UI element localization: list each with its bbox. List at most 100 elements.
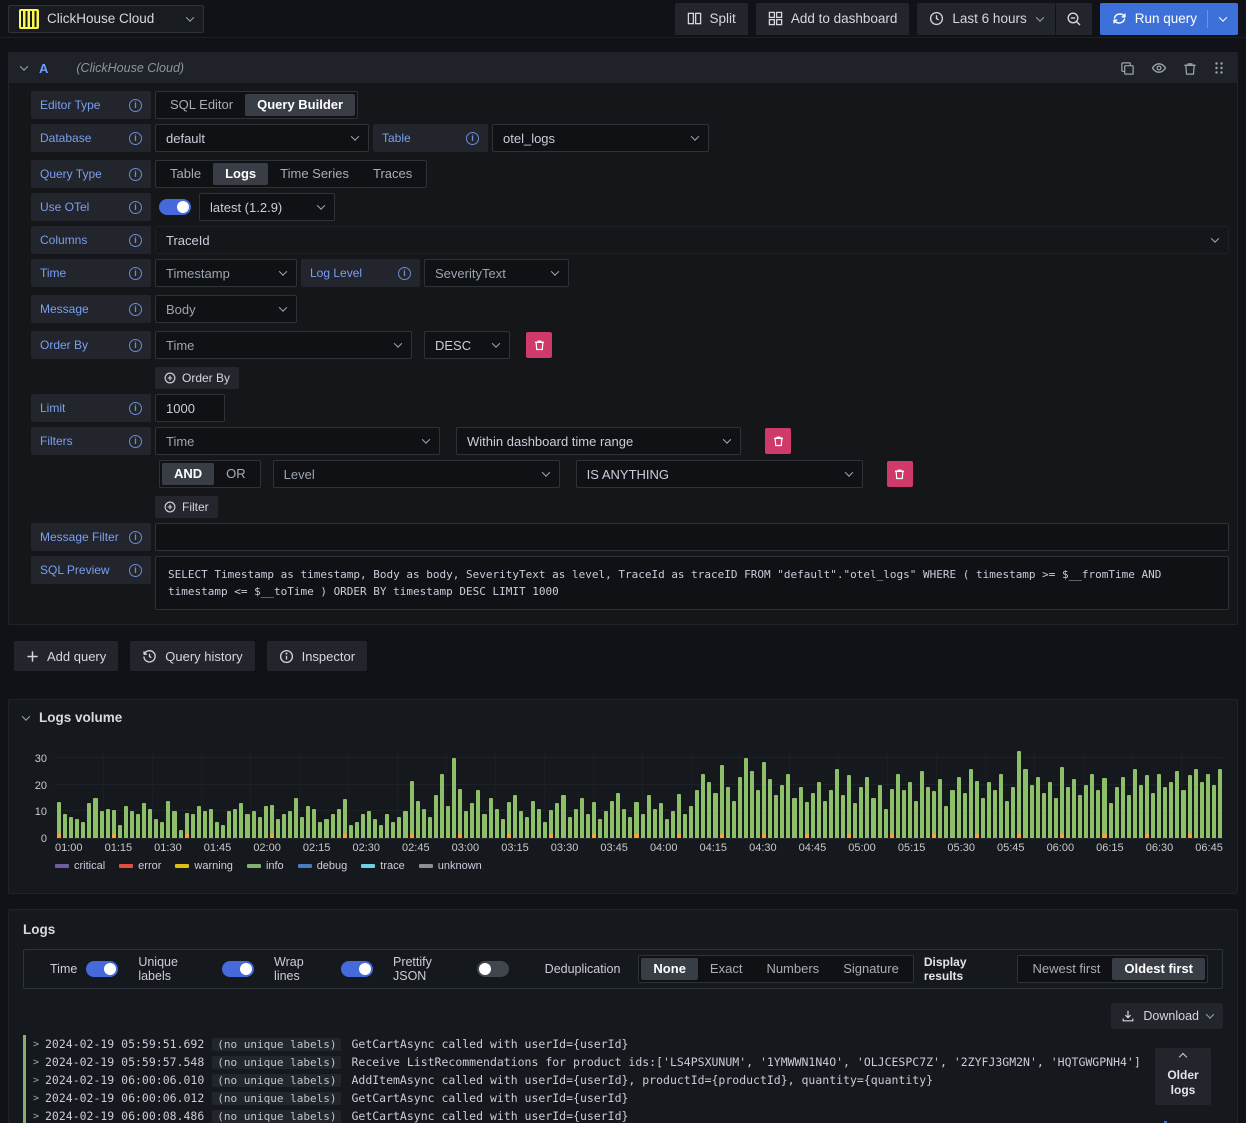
- volume-bar[interactable]: [1017, 751, 1022, 838]
- volume-bar[interactable]: [962, 793, 967, 838]
- run-query-button[interactable]: Run query: [1099, 2, 1238, 35]
- volume-bar[interactable]: [111, 810, 116, 838]
- volume-bar[interactable]: [1047, 782, 1052, 838]
- volume-bar[interactable]: [1151, 793, 1156, 838]
- time-toggle[interactable]: [86, 961, 119, 977]
- volume-bar[interactable]: [634, 802, 639, 838]
- option-query-builder[interactable]: Query Builder: [245, 94, 356, 116]
- volume-bar[interactable]: [433, 795, 438, 838]
- volume-bar[interactable]: [251, 811, 256, 838]
- volume-bar[interactable]: [1005, 801, 1010, 838]
- volume-bar[interactable]: [914, 801, 919, 838]
- option-traces[interactable]: Traces: [361, 163, 424, 185]
- info-icon[interactable]: i: [129, 131, 142, 145]
- add-query-button[interactable]: Add query: [14, 641, 119, 671]
- volume-bar[interactable]: [1041, 793, 1046, 838]
- option-newest-first[interactable]: Newest first: [1020, 958, 1112, 980]
- volume-bar[interactable]: [1108, 803, 1113, 838]
- volume-bar[interactable]: [950, 790, 955, 838]
- volume-bar[interactable]: [57, 802, 62, 838]
- volume-bar[interactable]: [506, 802, 511, 838]
- legend-item-error[interactable]: error: [119, 860, 161, 872]
- filter-operator-select[interactable]: Within dashboard time range: [456, 427, 741, 455]
- volume-bar[interactable]: [525, 817, 530, 838]
- option-numbers[interactable]: Numbers: [754, 958, 831, 980]
- volume-bar[interactable]: [500, 819, 505, 838]
- volume-bar[interactable]: [865, 777, 870, 838]
- volume-bar[interactable]: [1084, 785, 1089, 838]
- volume-bar[interactable]: [986, 782, 992, 838]
- volume-bar[interactable]: [458, 789, 463, 838]
- volume-bar[interactable]: [360, 814, 365, 838]
- volume-bar[interactable]: [379, 825, 384, 838]
- volume-bar[interactable]: [707, 782, 712, 838]
- volume-bar[interactable]: [695, 790, 700, 838]
- volume-bar[interactable]: [1090, 774, 1095, 838]
- volume-bar[interactable]: [208, 809, 214, 838]
- legend-item-debug[interactable]: debug: [297, 860, 347, 872]
- volume-bar[interactable]: [1029, 785, 1034, 838]
- volume-bar[interactable]: [1187, 775, 1192, 838]
- volume-bar[interactable]: [233, 809, 238, 838]
- volume-bar[interactable]: [123, 806, 128, 838]
- legend-item-warning[interactable]: warning: [175, 860, 233, 872]
- info-icon[interactable]: i: [129, 434, 142, 448]
- collapse-chevron-icon[interactable]: [19, 62, 29, 71]
- volume-bar[interactable]: [215, 822, 220, 838]
- volume-bar[interactable]: [561, 795, 566, 838]
- volume-bar[interactable]: [822, 801, 827, 838]
- volume-bar[interactable]: [184, 813, 189, 838]
- volume-bar[interactable]: [932, 791, 937, 838]
- volume-bar[interactable]: [895, 774, 900, 838]
- volume-bar[interactable]: [63, 814, 68, 838]
- unique-labels-toggle[interactable]: [222, 961, 255, 977]
- volume-bar[interactable]: [1072, 779, 1077, 838]
- volume-bar[interactable]: [883, 809, 888, 838]
- volume-bar[interactable]: [980, 798, 985, 838]
- volume-bar[interactable]: [287, 811, 293, 838]
- volume-bar[interactable]: [306, 806, 311, 838]
- volume-bar[interactable]: [403, 811, 408, 838]
- volume-bar[interactable]: [75, 819, 80, 838]
- volume-bar[interactable]: [245, 814, 250, 838]
- log-row[interactable]: >2024-02-19 06:00:08.486 (no unique label…: [23, 1107, 1223, 1123]
- option-sql-editor[interactable]: SQL Editor: [158, 94, 245, 116]
- volume-bar[interactable]: [573, 809, 578, 838]
- drag-handle-icon[interactable]: [1213, 61, 1225, 75]
- volume-bar[interactable]: [780, 785, 785, 838]
- order-by-direction-select[interactable]: DESC: [424, 331, 510, 359]
- volume-bar[interactable]: [786, 774, 791, 838]
- info-icon[interactable]: i: [129, 98, 142, 112]
- order-by-field-select[interactable]: Time: [155, 331, 412, 359]
- volume-bar[interactable]: [300, 817, 305, 838]
- volume-bar[interactable]: [1169, 782, 1174, 838]
- logs-volume-header[interactable]: Logs volume: [21, 710, 1223, 725]
- volume-bar[interactable]: [87, 803, 92, 838]
- volume-bar[interactable]: [956, 777, 961, 838]
- volume-bar[interactable]: [1199, 782, 1204, 838]
- volume-bar[interactable]: [944, 806, 949, 838]
- volume-bar[interactable]: [446, 806, 451, 838]
- volume-bar[interactable]: [427, 817, 432, 838]
- volume-bar[interactable]: [901, 790, 906, 838]
- use-otel-toggle[interactable]: [159, 199, 191, 215]
- volume-bar[interactable]: [610, 801, 615, 838]
- volume-bar[interactable]: [269, 805, 274, 838]
- volume-bar[interactable]: [816, 782, 821, 838]
- info-icon[interactable]: i: [129, 530, 142, 544]
- volume-bar[interactable]: [227, 811, 232, 838]
- volume-bar[interactable]: [1211, 785, 1216, 838]
- volume-bar[interactable]: [974, 781, 979, 838]
- volume-bar[interactable]: [1059, 767, 1064, 838]
- remove-order-by-button[interactable]: [526, 332, 552, 358]
- volume-bar[interactable]: [1035, 777, 1040, 838]
- filter-field-select[interactable]: Time: [155, 427, 440, 455]
- volume-bar[interactable]: [421, 809, 426, 838]
- volume-bar[interactable]: [579, 798, 584, 838]
- duplicate-query-icon[interactable]: [1120, 61, 1135, 76]
- remove-filter-button[interactable]: [765, 428, 791, 454]
- volume-bar[interactable]: [810, 793, 815, 838]
- volume-bar[interactable]: [1144, 775, 1150, 838]
- message-filter-input[interactable]: [155, 523, 1229, 551]
- volume-bar[interactable]: [172, 811, 177, 838]
